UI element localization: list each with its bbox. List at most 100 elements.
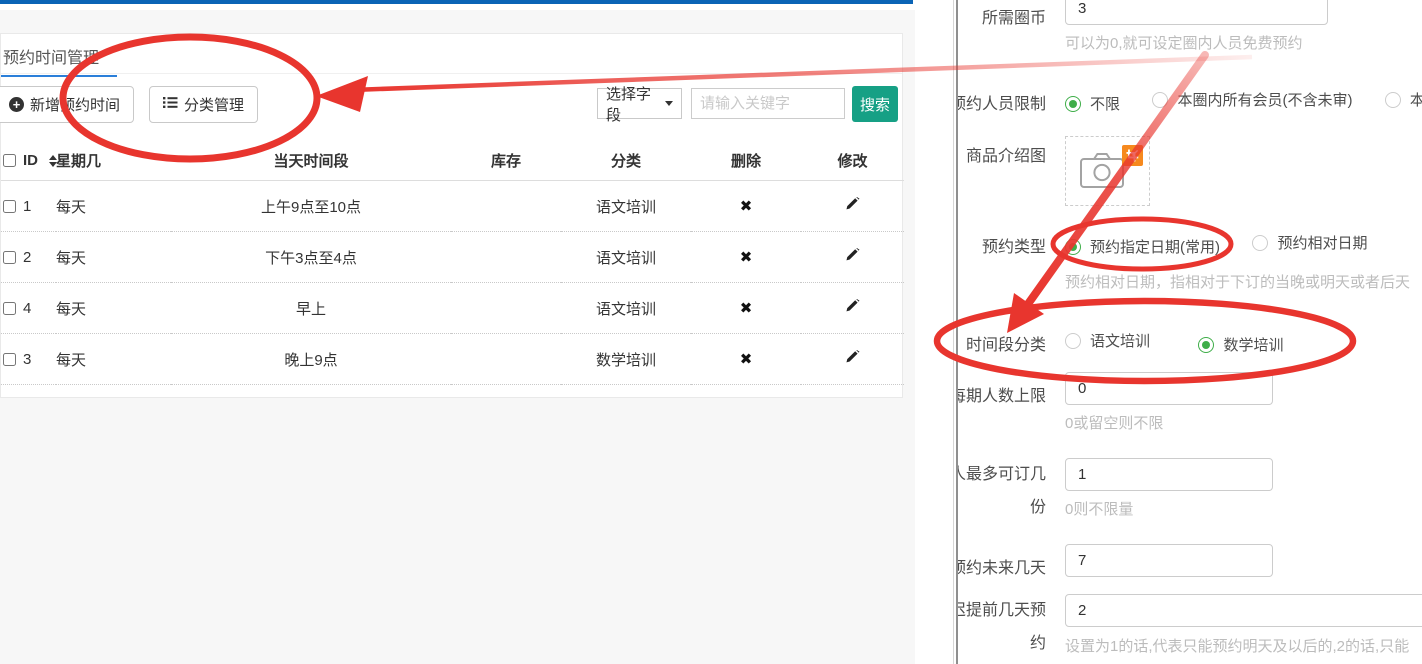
radio-chinese-training[interactable]: 语文培训: [1065, 330, 1150, 351]
image-upload-box[interactable]: [1065, 136, 1150, 206]
radio-label: 语文培训: [1090, 330, 1150, 351]
radio-relative-date[interactable]: 预约相对日期: [1252, 232, 1367, 253]
cell-weekday: 每天: [56, 283, 171, 334]
delete-icon[interactable]: ✖: [740, 249, 753, 266]
search-button[interactable]: 搜索: [852, 86, 898, 122]
max-per-person-hint: 0则不限量: [1065, 498, 1273, 519]
booking-type-label: 预约类型: [958, 229, 1046, 264]
cell-stock: [451, 181, 561, 232]
coin-input[interactable]: [1065, 0, 1328, 25]
advance-days-hint: 设置为1的话,代表只能预约明天及以后的,2的话,只能: [1065, 635, 1422, 656]
coin-label: 所需圈币: [958, 0, 1046, 35]
radio-circle-icon: [1065, 96, 1081, 112]
max-per-person-row: 一人最多可订几份 0则不限量: [958, 458, 1273, 524]
advance-days-label: 最迟提前几天预约: [958, 594, 1046, 660]
cell-time-range: 下午3点至4点: [171, 232, 451, 283]
cell-time-range: 上午9点至10点: [171, 181, 451, 232]
cell-stock: [451, 232, 561, 283]
radio-all-members[interactable]: 本圈内所有会员(不含未审): [1152, 89, 1352, 110]
cell-weekday: 每天: [56, 334, 171, 385]
people-limit-label: 预约人员限制: [958, 86, 1046, 121]
crop-badge-icon[interactable]: [1122, 145, 1143, 166]
category-manage-button[interactable]: 分类管理: [149, 86, 258, 123]
edit-pencil-icon[interactable]: [845, 299, 860, 318]
tab-booking-time-management[interactable]: 预约时间管理: [1, 34, 117, 77]
cell-stock: [451, 334, 561, 385]
radio-no-limit[interactable]: 不限: [1065, 93, 1120, 114]
cell-stock: [451, 283, 561, 334]
radio-label: 预约相对日期: [1277, 232, 1367, 253]
header-category: 分类: [561, 141, 691, 181]
field-select[interactable]: 选择字段: [597, 88, 682, 119]
booking-type-row: 预约类型 预约指定日期(常用) 预约相对日期 预约相对日期，指相对于下订的当晚或…: [958, 229, 1410, 292]
plus-circle-icon: [9, 97, 24, 112]
cell-weekday: 每天: [56, 232, 171, 283]
people-limit-row: 预约人员限制 不限 本圈内所有会员(不含未审) 本圈内: [958, 86, 1422, 121]
radio-label: 本圈内所有会员(不含未审): [1177, 89, 1352, 110]
radio-math-training[interactable]: 数学培训: [1198, 334, 1283, 355]
add-booking-time-button[interactable]: 新增预约时间: [0, 86, 134, 123]
cell-id: 2: [23, 249, 31, 266]
coin-hint: 可以为0,就可设定圈内人员免费预约: [1065, 32, 1328, 53]
booking-type-hint: 预约相对日期，指相对于下订的当晚或明天或者后天: [1065, 271, 1410, 292]
row-checkbox[interactable]: [3, 353, 16, 366]
select-all-checkbox[interactable]: [3, 154, 16, 167]
top-accent-bar: [0, 0, 913, 4]
radio-circle-icon: [1198, 337, 1214, 353]
row-checkbox[interactable]: [3, 200, 16, 213]
radio-circle-icon: [1065, 239, 1081, 255]
delete-icon[interactable]: ✖: [740, 300, 753, 317]
radio-circle-members[interactable]: 本圈内: [1385, 89, 1422, 110]
future-days-row: 预约未来几天: [958, 544, 1273, 585]
cell-time-range: 晚上9点: [171, 334, 451, 385]
time-category-label: 时间段分类: [958, 327, 1046, 362]
cell-weekday: 每天: [56, 181, 171, 232]
booking-time-table: ID 星期几 当天时间段 库存 分类 删除 修改 1 每天 上午9点至10点: [1, 141, 904, 385]
max-per-person-input[interactable]: [1065, 458, 1273, 491]
radio-circle-icon: [1065, 333, 1081, 349]
cell-category: 语文培训: [561, 283, 691, 334]
intro-image-label: 商品介绍图: [958, 136, 1046, 173]
cell-id: 3: [23, 351, 31, 368]
category-button-label: 分类管理: [184, 94, 244, 115]
caret-down-icon: [665, 101, 673, 106]
panel-divider: [953, 0, 954, 664]
radio-label: 本圈内: [1410, 89, 1422, 110]
period-cap-input[interactable]: [1065, 372, 1273, 405]
add-button-label: 新增预约时间: [30, 94, 120, 115]
coin-row: 所需圈币 可以为0,就可设定圈内人员免费预约: [958, 0, 1328, 53]
intro-image-row: 商品介绍图: [958, 136, 1150, 206]
cell-id: 1: [23, 198, 31, 215]
table-row: 4 每天 早上 语文培训 ✖: [1, 283, 904, 334]
row-checkbox[interactable]: [3, 302, 16, 315]
header-edit: 修改: [801, 141, 904, 181]
cell-time-range: 早上: [171, 283, 451, 334]
radio-fixed-date[interactable]: 预约指定日期(常用): [1065, 236, 1220, 257]
header-time-range: 当天时间段: [171, 141, 451, 181]
max-per-person-label: 一人最多可订几份: [958, 458, 1046, 524]
advance-days-input[interactable]: [1065, 594, 1422, 627]
row-checkbox[interactable]: [3, 251, 16, 264]
toolbar: 新增预约时间 分类管理 选择字段 搜索: [1, 86, 902, 124]
future-days-input[interactable]: [1065, 544, 1273, 577]
booking-time-card: 预约时间管理 新增预约时间 分类管理 选择字段 搜: [0, 33, 903, 398]
tab-bar: 预约时间管理: [1, 34, 902, 74]
radio-label: 数学培训: [1223, 334, 1283, 355]
table-header-row: ID 星期几 当天时间段 库存 分类 删除 修改: [1, 141, 904, 181]
list-icon: [163, 96, 178, 113]
edit-pencil-icon[interactable]: [845, 197, 860, 216]
cell-id: 4: [23, 300, 31, 317]
cell-category: 语文培训: [561, 181, 691, 232]
table-row: 3 每天 晚上9点 数学培训 ✖: [1, 334, 904, 385]
header-stock: 库存: [451, 141, 561, 181]
booking-settings-form: 所需圈币 可以为0,就可设定圈内人员免费预约 预约人员限制 不限 本圈内所有会员…: [958, 0, 1422, 664]
edit-pencil-icon[interactable]: [845, 248, 860, 267]
search-input[interactable]: [691, 88, 845, 119]
page: 预约时间管理 新增预约时间 分类管理 选择字段 搜: [0, 0, 1422, 664]
edit-pencil-icon[interactable]: [845, 350, 860, 369]
header-id: ID: [23, 152, 38, 169]
time-category-row: 时间段分类 语文培训 数学培训: [958, 327, 1311, 362]
delete-icon[interactable]: ✖: [740, 198, 753, 215]
future-days-label: 预约未来几天: [958, 544, 1046, 585]
delete-icon[interactable]: ✖: [740, 351, 753, 368]
